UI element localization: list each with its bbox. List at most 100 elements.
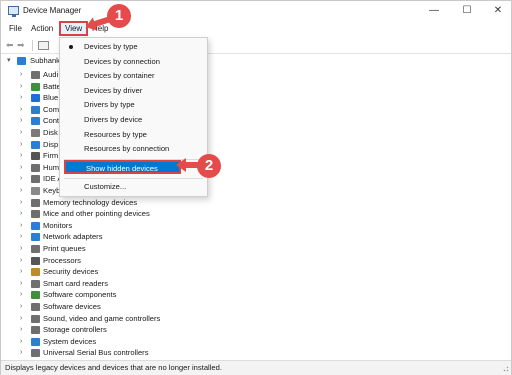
chevron-right-icon[interactable]: › xyxy=(20,81,22,93)
tree-node-label: Print queues xyxy=(43,244,86,253)
tree-node-label: Audi xyxy=(43,70,59,79)
view-menu-item[interactable]: Devices by type xyxy=(60,40,207,54)
customize-item[interactable]: Customize... xyxy=(60,180,207,194)
forward-arrow-icon[interactable]: ➡ xyxy=(17,40,25,51)
mouse-icon xyxy=(31,210,40,219)
tree-node-label: Software devices xyxy=(43,302,101,311)
tree-node[interactable]: › Monitors xyxy=(1,220,301,232)
tree-node[interactable]: › Network adapters xyxy=(1,231,301,243)
device-manager-window: Device Manager — ☐ ✕ File Action Help Vi… xyxy=(0,0,512,375)
view-menu-item[interactable]: Drivers by type xyxy=(60,98,207,112)
view-menu-item-label: Devices by connection xyxy=(84,56,160,66)
tree-node[interactable]: › Software components xyxy=(1,289,301,301)
chevron-right-icon[interactable]: › xyxy=(20,301,22,313)
display-icon xyxy=(31,140,40,149)
network-icon xyxy=(31,233,40,242)
view-menu-item[interactable]: Drivers by device xyxy=(60,113,207,127)
tree-node[interactable]: › Processors xyxy=(1,255,301,267)
chevron-right-icon[interactable]: › xyxy=(20,243,22,255)
chip-icon xyxy=(31,152,40,161)
device-manager-icon xyxy=(8,6,19,17)
tree-node-label: Storage controllers xyxy=(43,325,107,335)
chevron-right-icon[interactable]: › xyxy=(20,336,22,348)
tree-node-label: Disp xyxy=(43,139,59,149)
view-menu-item-label: Devices by container xyxy=(84,71,155,81)
close-button[interactable]: ✕ xyxy=(485,3,511,19)
status-bar: Displays legacy devices and devices that… xyxy=(1,360,511,375)
chevron-right-icon[interactable]: › xyxy=(20,127,22,139)
menu-bar: File Action Help View xyxy=(1,21,511,37)
tree-node-label: Disk xyxy=(43,128,58,137)
view-menu-item[interactable]: Devices by connection xyxy=(60,55,207,69)
tree-node[interactable]: › Mice and other pointing devices xyxy=(1,208,301,220)
keyboard-icon xyxy=(31,187,40,195)
chevron-right-icon[interactable]: › xyxy=(20,173,22,185)
tree-node[interactable]: › Software devices xyxy=(1,301,301,313)
software-icon xyxy=(31,303,40,311)
chevron-right-icon[interactable]: › xyxy=(20,231,22,243)
chevron-right-icon[interactable]: › xyxy=(20,139,22,151)
monitor-icon xyxy=(31,221,40,230)
step-1-badge: 1 xyxy=(107,4,131,28)
tree-node-label: Com xyxy=(43,104,60,114)
chevron-right-icon[interactable]: › xyxy=(20,324,22,336)
toolbar-divider xyxy=(32,40,33,51)
chevron-right-icon[interactable]: › xyxy=(20,208,22,220)
tree-node[interactable]: › Security devices xyxy=(1,266,301,278)
chevron-right-icon[interactable]: › xyxy=(20,197,22,209)
view-menu-dropdown: Devices by type Devices by connection Devi… xyxy=(59,37,208,197)
view-menu-item[interactable]: Devices by driver xyxy=(60,84,207,98)
chevron-right-icon[interactable]: › xyxy=(20,289,22,301)
maximize-button[interactable]: ☐ xyxy=(454,3,480,19)
menu-action[interactable]: Action xyxy=(28,22,56,36)
tree-node-label: Processors xyxy=(43,255,81,265)
back-arrow-icon[interactable]: ⬅ xyxy=(6,40,14,51)
controller-icon xyxy=(31,117,40,126)
disk-icon xyxy=(31,129,40,137)
chevron-right-icon[interactable]: › xyxy=(20,115,22,127)
chevron-right-icon[interactable]: › xyxy=(20,313,22,325)
tree-node[interactable]: › System devices xyxy=(1,336,301,348)
tree-node[interactable]: › Smart card readers xyxy=(1,278,301,290)
tree-node[interactable]: › Sound, video and game controllers xyxy=(1,313,301,325)
processor-icon xyxy=(31,256,40,265)
resize-grip-icon[interactable] xyxy=(501,364,509,372)
tree-node[interactable]: › Memory technology devices xyxy=(1,197,301,209)
chevron-right-icon[interactable]: › xyxy=(20,150,22,162)
chevron-right-icon[interactable]: › xyxy=(20,255,22,267)
properties-icon[interactable] xyxy=(38,41,49,50)
chevron-right-icon[interactable]: › xyxy=(20,220,22,232)
chevron-right-icon[interactable]: › xyxy=(20,185,22,197)
chevron-right-icon[interactable]: › xyxy=(20,104,22,116)
chevron-down-icon[interactable]: ▾ xyxy=(7,55,11,67)
tree-node-label: Software components xyxy=(43,290,117,300)
bluetooth-icon xyxy=(31,94,40,103)
tree-node-label: Network adapters xyxy=(43,232,103,242)
chevron-right-icon[interactable]: › xyxy=(20,162,22,174)
tree-node-label: Universal Serial Bus controllers xyxy=(43,348,149,358)
tree-node-label: Sound, video and game controllers xyxy=(43,313,161,323)
tree-node-label: Blue xyxy=(43,93,59,103)
tree-node[interactable]: › Print queues xyxy=(1,243,301,255)
chevron-right-icon[interactable]: › xyxy=(20,347,22,359)
show-hidden-devices-item[interactable]: Show hidden devices xyxy=(64,160,181,174)
ide-icon xyxy=(31,175,40,184)
view-menu-item[interactable]: Resources by type xyxy=(60,128,207,142)
menu-separator xyxy=(64,178,203,179)
step-2-badge: 2 xyxy=(197,154,221,178)
memory-icon xyxy=(31,198,40,207)
view-menu-item[interactable]: Devices by container xyxy=(60,69,207,83)
menu-file[interactable]: File xyxy=(6,22,25,36)
tree-node[interactable]: › Storage controllers xyxy=(1,324,301,336)
tree-node-label: Keyb xyxy=(43,186,61,195)
chevron-right-icon[interactable]: › xyxy=(20,92,22,104)
tree-node[interactable]: › Universal Serial Bus controllers xyxy=(1,347,301,359)
tree-node-label: Smart card readers xyxy=(43,278,108,288)
minimize-button[interactable]: — xyxy=(421,3,447,19)
usb-icon xyxy=(31,349,40,358)
tree-node-label: Mice and other pointing devices xyxy=(43,209,150,219)
chevron-right-icon[interactable]: › xyxy=(20,69,22,81)
chevron-right-icon[interactable]: › xyxy=(20,266,22,278)
chevron-right-icon[interactable]: › xyxy=(20,278,22,290)
view-menu-item[interactable]: Resources by connection xyxy=(60,142,207,156)
